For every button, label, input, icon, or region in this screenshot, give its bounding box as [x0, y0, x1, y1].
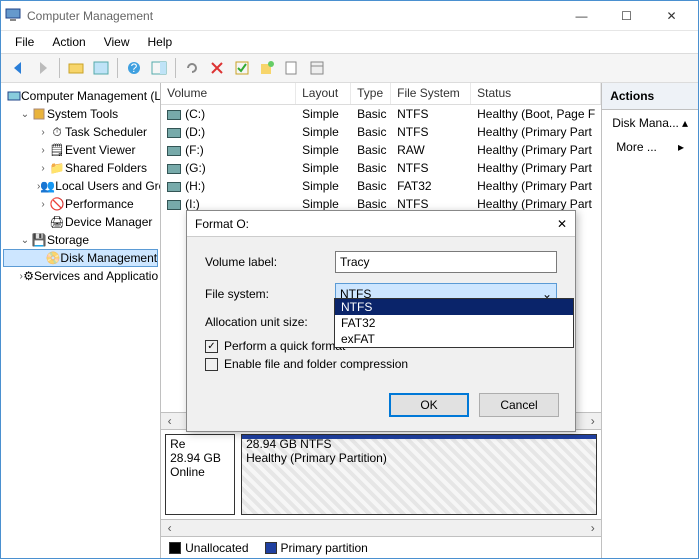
legend-primary: Primary partition — [281, 541, 368, 555]
disk-label-size: 28.94 GB — [170, 451, 230, 465]
toolbar: ? — [1, 53, 698, 83]
menu-file[interactable]: File — [7, 33, 42, 51]
quick-format-label: Perform a quick format — [224, 339, 345, 353]
panel-icon[interactable] — [148, 57, 170, 79]
volume-row[interactable]: (F:)SimpleBasicRAWHealthy (Primary Part — [161, 141, 601, 159]
volume-row[interactable]: (C:)SimpleBasicNTFSHealthy (Boot, Page F — [161, 105, 601, 123]
fs-option-exfat[interactable]: exFAT — [335, 331, 573, 347]
fs-option-fat32[interactable]: FAT32 — [335, 315, 573, 331]
dialog-title: Format O: — [195, 217, 557, 231]
refresh-icon[interactable] — [181, 57, 203, 79]
actions-panel: Actions Disk Mana...▴ More ...▸ — [602, 83, 698, 558]
list-icon[interactable] — [90, 57, 112, 79]
tree-panel: Computer Management (L ⌄System Tools ›⏱T… — [1, 83, 161, 558]
volume-row[interactable]: (H:)SimpleBasicFAT32Healthy (Primary Par… — [161, 177, 601, 195]
col-filesystem[interactable]: File System — [391, 83, 471, 104]
tree-device-manager[interactable]: 🖨Device Manager — [3, 213, 158, 231]
disk-label-status: Online — [170, 465, 230, 479]
actions-more[interactable]: More ...▸ — [602, 136, 698, 158]
tree-system-tools[interactable]: ⌄System Tools — [3, 105, 158, 123]
delete-icon[interactable] — [206, 57, 228, 79]
compression-label: Enable file and folder compression — [224, 357, 408, 371]
maximize-button[interactable]: ☐ — [604, 2, 649, 30]
close-button[interactable]: ✕ — [649, 2, 694, 30]
partition-status: Healthy (Primary Partition) — [246, 451, 592, 465]
dialog-titlebar: Format O: ✕ — [187, 211, 575, 237]
tree-shared-folders[interactable]: ›📁Shared Folders — [3, 159, 158, 177]
volume-row[interactable]: (G:)SimpleBasicNTFSHealthy (Primary Part — [161, 159, 601, 177]
tree-task-scheduler[interactable]: ›⏱Task Scheduler — [3, 123, 158, 141]
ok-button[interactable]: OK — [389, 393, 469, 417]
collapse-icon: ▴ — [682, 116, 688, 130]
help-icon[interactable]: ? — [123, 57, 145, 79]
app-icon — [5, 6, 21, 25]
col-status[interactable]: Status — [471, 83, 601, 104]
grid-header: Volume Layout Type File System Status — [161, 83, 601, 105]
window-title: Computer Management — [27, 9, 559, 23]
tree-storage[interactable]: ⌄💾Storage — [3, 231, 158, 249]
compression-row[interactable]: Enable file and folder compression — [205, 357, 557, 371]
col-type[interactable]: Type — [351, 83, 391, 104]
folder-icon[interactable] — [65, 57, 87, 79]
col-layout[interactable]: Layout — [296, 83, 351, 104]
fs-option-ntfs[interactable]: NTFS — [335, 299, 573, 315]
actions-header: Actions — [602, 83, 698, 110]
quick-format-checkbox[interactable]: ✓ — [205, 340, 218, 353]
check-icon[interactable] — [231, 57, 253, 79]
cancel-button[interactable]: Cancel — [479, 393, 559, 417]
tree-event-viewer[interactable]: ›🗒Event Viewer — [3, 141, 158, 159]
tree-performance[interactable]: ›🚫Performance — [3, 195, 158, 213]
compression-checkbox[interactable] — [205, 358, 218, 371]
menu-action[interactable]: Action — [44, 33, 93, 51]
actions-disk-management[interactable]: Disk Mana...▴ — [602, 110, 698, 136]
disk-graphic-area: Re 28.94 GB Online 28.94 GB NTFS Healthy… — [161, 429, 601, 519]
volume-label-input[interactable] — [335, 251, 557, 273]
filesystem-label: File system: — [205, 287, 335, 301]
legend: Unallocated Primary partition — [161, 536, 601, 558]
dialog-close-icon[interactable]: ✕ — [557, 217, 567, 231]
partition-size: 28.94 GB NTFS — [246, 437, 592, 451]
volume-row[interactable]: (D:)SimpleBasicNTFSHealthy (Primary Part — [161, 123, 601, 141]
disk-hscroll[interactable]: ‹› — [161, 519, 601, 536]
properties-icon[interactable] — [281, 57, 303, 79]
allocation-label: Allocation unit size: — [205, 315, 335, 329]
filesystem-dropdown: NTFS FAT32 exFAT — [334, 298, 574, 348]
menu-help[interactable]: Help — [140, 33, 181, 51]
new-icon[interactable] — [256, 57, 278, 79]
menubar: File Action View Help — [1, 31, 698, 53]
menu-view[interactable]: View — [96, 33, 138, 51]
minimize-button[interactable]: — — [559, 2, 604, 30]
svg-text:?: ? — [131, 61, 138, 75]
back-icon[interactable] — [7, 57, 29, 79]
disk-label-box[interactable]: Re 28.94 GB Online — [165, 434, 235, 515]
forward-icon[interactable] — [32, 57, 54, 79]
tree-root[interactable]: Computer Management (L — [3, 87, 158, 105]
disk-label-name: Re — [170, 437, 230, 451]
tree-local-users[interactable]: ›👥Local Users and Gro — [3, 177, 158, 195]
titlebar: Computer Management — ☐ ✕ — [1, 1, 698, 31]
settings-icon[interactable] — [306, 57, 328, 79]
tree-disk-management[interactable]: 📀Disk Management — [3, 249, 158, 267]
legend-unallocated: Unallocated — [185, 541, 248, 555]
volume-label-label: Volume label: — [205, 255, 335, 269]
chevron-right-icon: ▸ — [678, 140, 684, 154]
tree-services[interactable]: ›⚙Services and Applicatio — [3, 267, 158, 285]
partition-box[interactable]: 28.94 GB NTFS Healthy (Primary Partition… — [241, 434, 597, 515]
col-volume[interactable]: Volume — [161, 83, 296, 104]
